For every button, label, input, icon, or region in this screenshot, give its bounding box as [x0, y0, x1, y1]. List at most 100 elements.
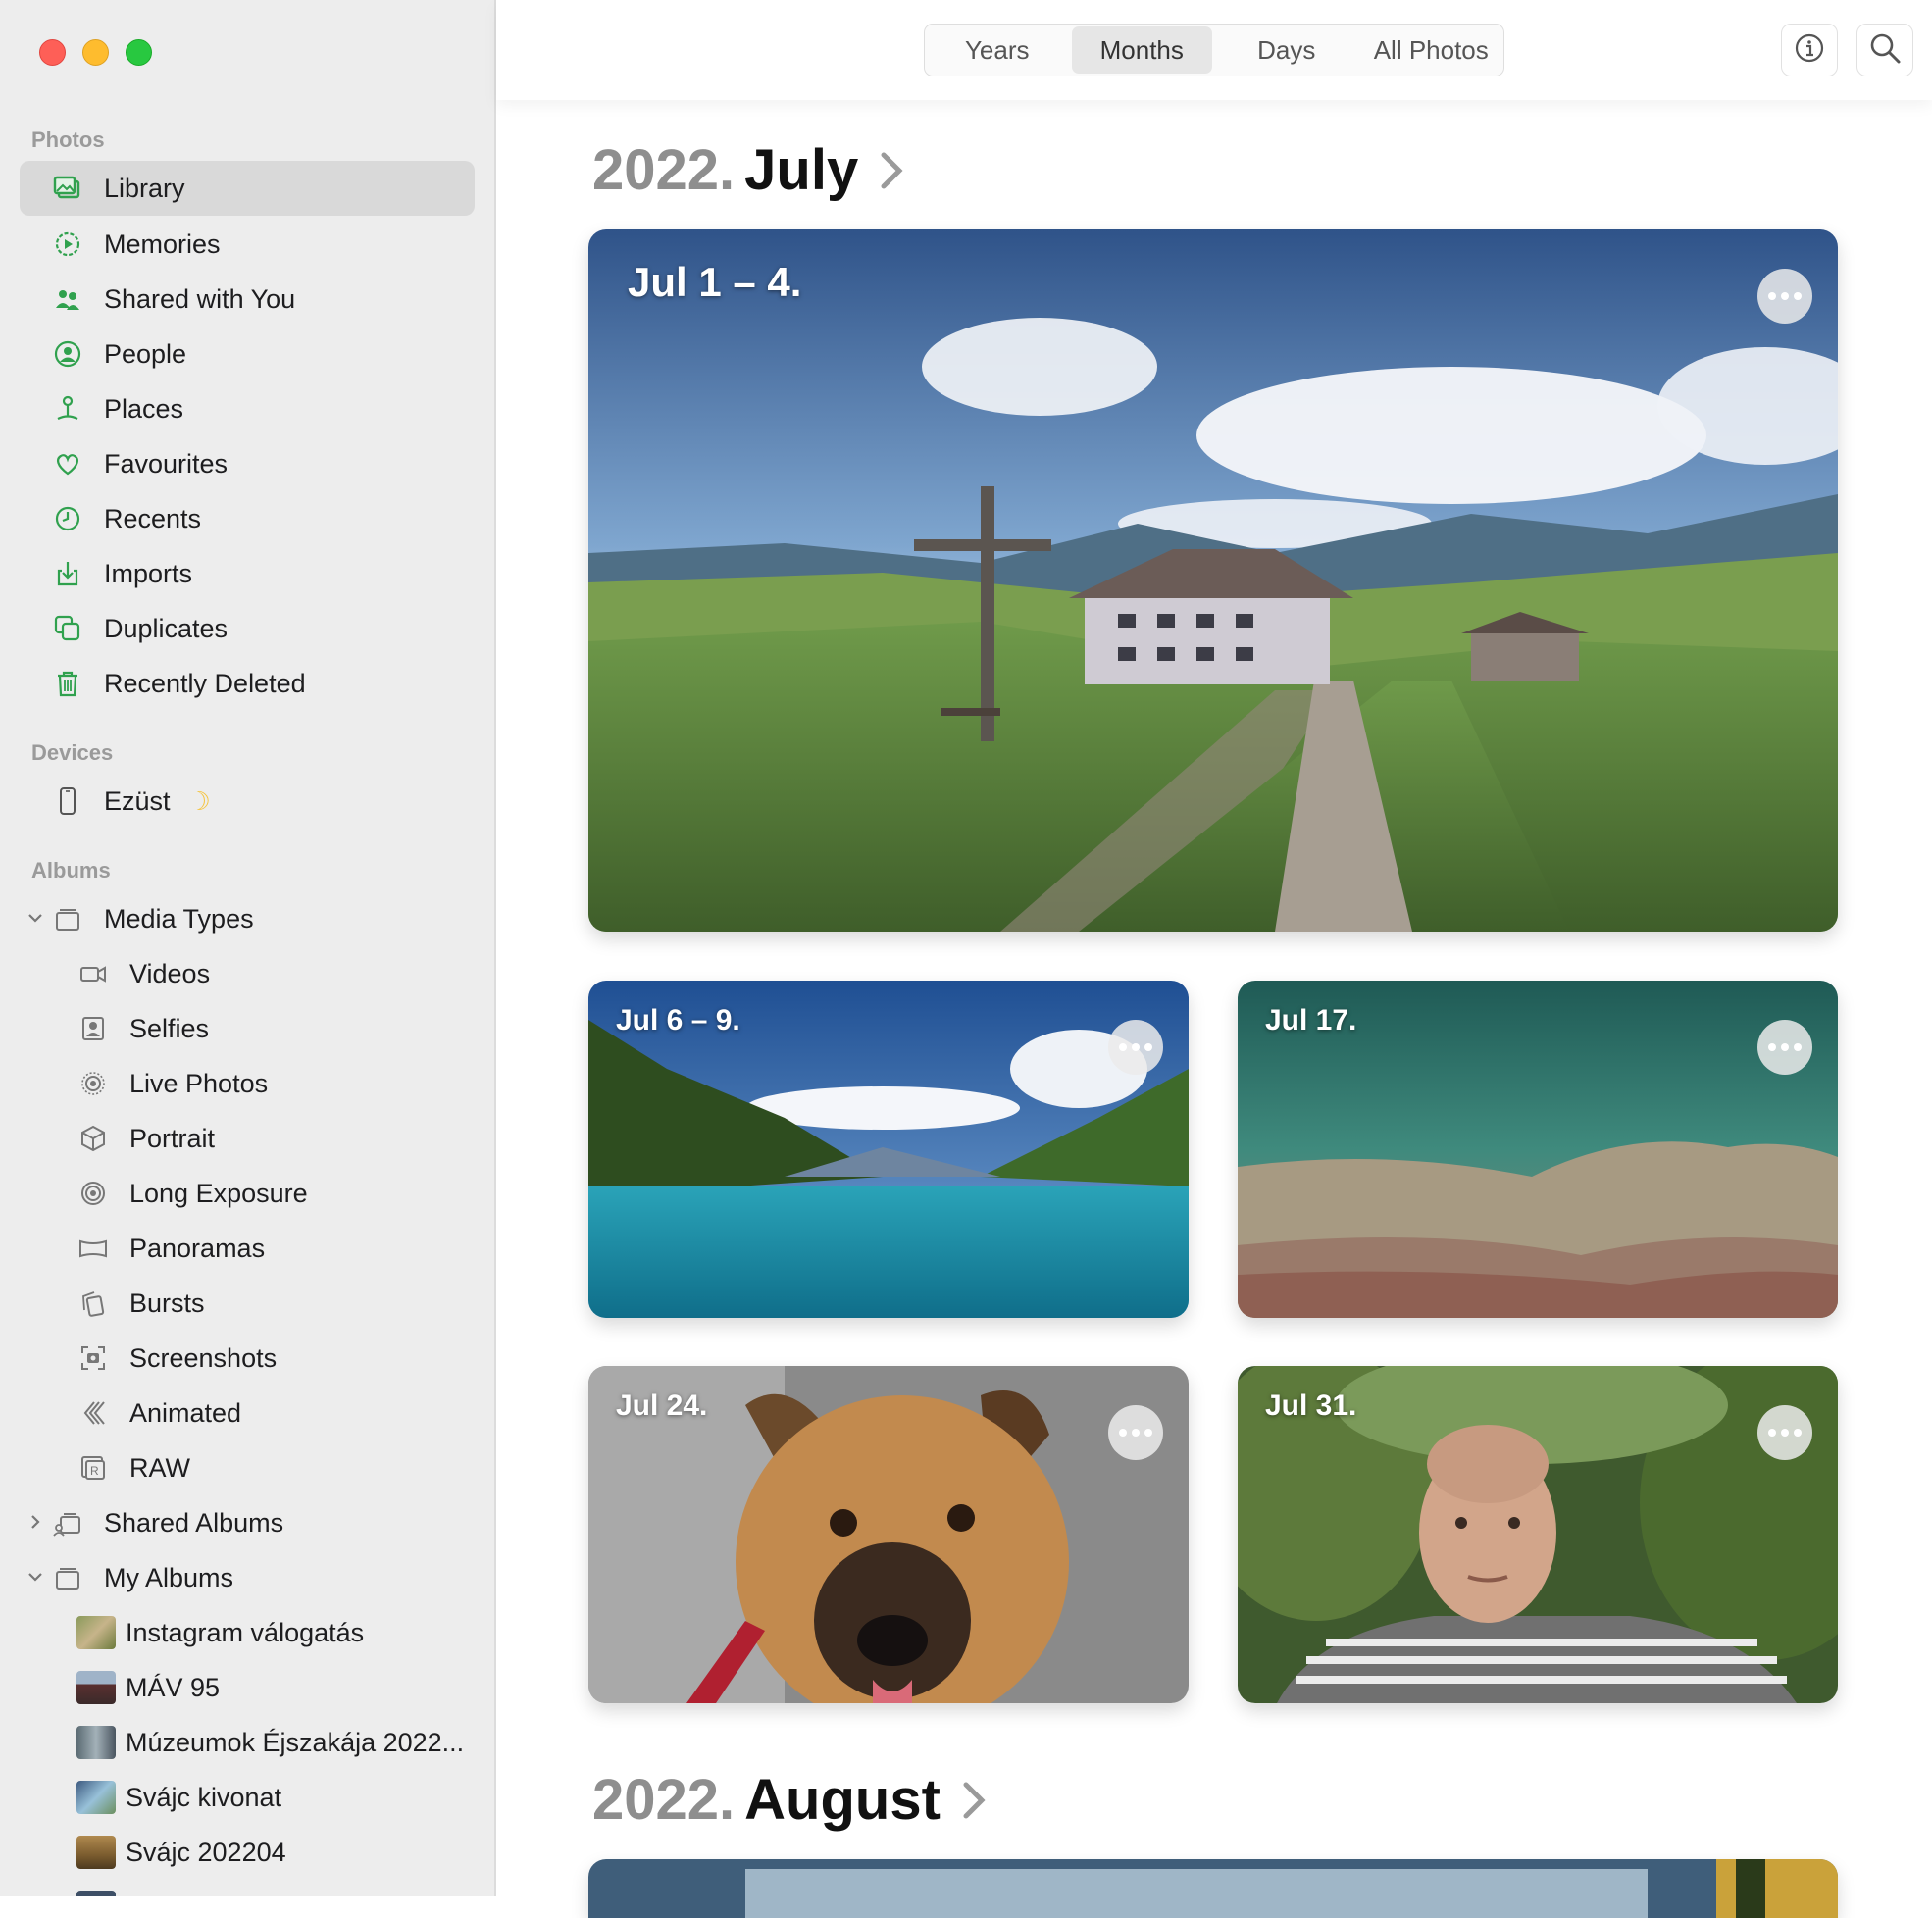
sidebar-item-label: Places: [104, 393, 184, 424]
sidebar-item-library[interactable]: Library: [20, 161, 475, 216]
people-icon: [51, 337, 84, 371]
sidebar-item-animated[interactable]: Animated: [20, 1386, 475, 1440]
sidebar-item-label: Instagram válogatás: [126, 1617, 365, 1647]
month-header-year: 2022.: [592, 138, 736, 202]
card-date-label: Jul 6 – 9.: [616, 1004, 740, 1036]
selfie-icon: [76, 1012, 110, 1045]
sidebar-item-recently-deleted[interactable]: Recently Deleted: [20, 656, 475, 711]
photo-card-jul-17[interactable]: Jul 17.: [1238, 981, 1838, 1318]
sidebar-item-label: Recents: [104, 503, 202, 533]
month-header-august[interactable]: 2022. August: [592, 1767, 986, 1833]
info-button[interactable]: [1781, 24, 1838, 76]
more-options-button[interactable]: [1108, 1405, 1163, 1460]
sidebar-item-my-albums[interactable]: My Albums: [20, 1550, 475, 1605]
card-date-label: Jul 24.: [616, 1389, 708, 1422]
shared-with-you-icon: [51, 282, 84, 316]
sidebar-item-album-muzeumok[interactable]: Múzeumok Éjszakája 2022...: [20, 1715, 475, 1770]
moon-icon: ☽: [187, 785, 211, 816]
more-options-button[interactable]: [1108, 1020, 1163, 1075]
sidebar-item-label: My Albums: [104, 1562, 234, 1592]
tab-months[interactable]: Months: [1071, 26, 1212, 74]
sidebar-item-live-photos[interactable]: Live Photos: [20, 1056, 475, 1111]
more-options-button[interactable]: [1757, 1405, 1812, 1460]
sidebar-item-imports[interactable]: Imports: [20, 546, 475, 601]
window-controls: [39, 39, 152, 66]
sidebar-item-people[interactable]: People: [20, 327, 475, 381]
photo-card-august-partial[interactable]: [588, 1859, 1838, 1918]
sidebar-item-label: Favourites: [104, 448, 229, 479]
photo-card-jul-31[interactable]: Jul 31.: [1238, 1366, 1838, 1703]
search-button[interactable]: [1856, 24, 1913, 76]
bursts-icon: [76, 1287, 110, 1320]
sidebar-item-label: Shared with You: [104, 283, 296, 314]
animated-icon: [76, 1396, 110, 1430]
chevron-right-icon: [962, 1781, 986, 1820]
sidebar-item-label: People: [104, 338, 187, 369]
album-stack-icon: [51, 902, 84, 935]
sidebar-item-videos[interactable]: Videos: [20, 946, 475, 1001]
sidebar-item-album-svajc-kivonat[interactable]: Svájc kivonat: [20, 1770, 475, 1825]
sidebar-item-duplicates[interactable]: Duplicates: [20, 601, 475, 656]
tab-years[interactable]: Years: [927, 26, 1068, 74]
album-thumbnail: [76, 1891, 116, 1896]
library-icon: [51, 172, 84, 205]
long-exposure-icon: [76, 1177, 110, 1210]
places-pin-icon: [51, 392, 84, 426]
zoom-window-button[interactable]: [126, 39, 152, 66]
sidebar-item-media-types[interactable]: Media Types: [20, 891, 475, 946]
album-thumbnail: [76, 1616, 116, 1649]
photo-card-jul-6-9[interactable]: Jul 6 – 9.: [588, 981, 1189, 1318]
sidebar-item-memories[interactable]: Memories: [20, 217, 475, 272]
album-stack-icon: [51, 1561, 84, 1594]
sidebar-item-album-svajc-202204[interactable]: Svájc 202204: [20, 1825, 475, 1880]
shared-albums-icon: [51, 1506, 84, 1539]
more-options-button[interactable]: [1757, 269, 1812, 324]
sidebar-item-label: Memories: [104, 228, 221, 259]
sidebar-item-label: Múzeumok Éjszakája 2022...: [126, 1727, 465, 1757]
sidebar-item-label: Bursts: [129, 1287, 205, 1318]
more-options-button[interactable]: [1757, 1020, 1812, 1075]
sidebar-item-selfies[interactable]: Selfies: [20, 1001, 475, 1056]
trash-icon: [51, 667, 84, 700]
month-header-july[interactable]: 2022. July: [592, 137, 903, 203]
toolbar: Years Months Days All Photos: [496, 0, 1932, 100]
sidebar-item-panoramas[interactable]: Panoramas: [20, 1221, 475, 1276]
sidebar-item-album-partial[interactable]: [20, 1880, 475, 1896]
sidebar-item-label: RAW: [129, 1452, 190, 1483]
album-thumbnail: [76, 1726, 116, 1759]
sidebar-item-device[interactable]: Ezüst ☽: [20, 774, 475, 829]
sidebar-item-screenshots[interactable]: Screenshots: [20, 1331, 475, 1386]
iphone-icon: [51, 784, 84, 818]
photo-card-jul-1-4[interactable]: Jul 1 – 4.: [588, 229, 1838, 932]
sidebar-item-label: Ezüst: [104, 785, 171, 816]
view-segmented-control: Years Months Days All Photos: [924, 24, 1504, 76]
sidebar-item-label: Animated: [129, 1397, 242, 1428]
sidebar-item-favourites[interactable]: Favourites: [20, 436, 475, 491]
card-date-label: Jul 31.: [1265, 1389, 1357, 1422]
tab-all-photos[interactable]: All Photos: [1361, 26, 1502, 74]
sidebar-item-portrait[interactable]: Portrait: [20, 1111, 475, 1166]
tab-days[interactable]: Days: [1216, 26, 1357, 74]
card-date-label: Jul 17.: [1265, 1004, 1357, 1036]
sidebar-item-raw[interactable]: R RAW: [20, 1440, 475, 1495]
sidebar-item-shared-albums[interactable]: Shared Albums: [20, 1495, 475, 1550]
mountain-photo: [588, 229, 1838, 932]
sidebar-item-album-mav[interactable]: MÁV 95: [20, 1660, 475, 1715]
svg-text:R: R: [90, 1464, 99, 1478]
chevron-right-icon: [880, 151, 903, 190]
sidebar-item-recents[interactable]: Recents: [20, 491, 475, 546]
raw-icon: R: [76, 1451, 110, 1485]
import-icon: [51, 557, 84, 590]
august-photo: [588, 1859, 1838, 1918]
section-header-photos: Photos: [31, 127, 105, 152]
sidebar-item-bursts[interactable]: Bursts: [20, 1276, 475, 1331]
photo-card-jul-24[interactable]: Jul 24.: [588, 1366, 1189, 1703]
sidebar-item-long-exposure[interactable]: Long Exposure: [20, 1166, 475, 1221]
close-window-button[interactable]: [39, 39, 66, 66]
card-date-label: Jul 1 – 4.: [628, 259, 802, 305]
sidebar-item-shared-with-you[interactable]: Shared with You: [20, 272, 475, 327]
sidebar-item-label: Library: [104, 173, 185, 203]
sidebar-item-album-instagram[interactable]: Instagram válogatás: [20, 1605, 475, 1660]
minimize-window-button[interactable]: [82, 39, 109, 66]
sidebar-item-places[interactable]: Places: [20, 381, 475, 436]
